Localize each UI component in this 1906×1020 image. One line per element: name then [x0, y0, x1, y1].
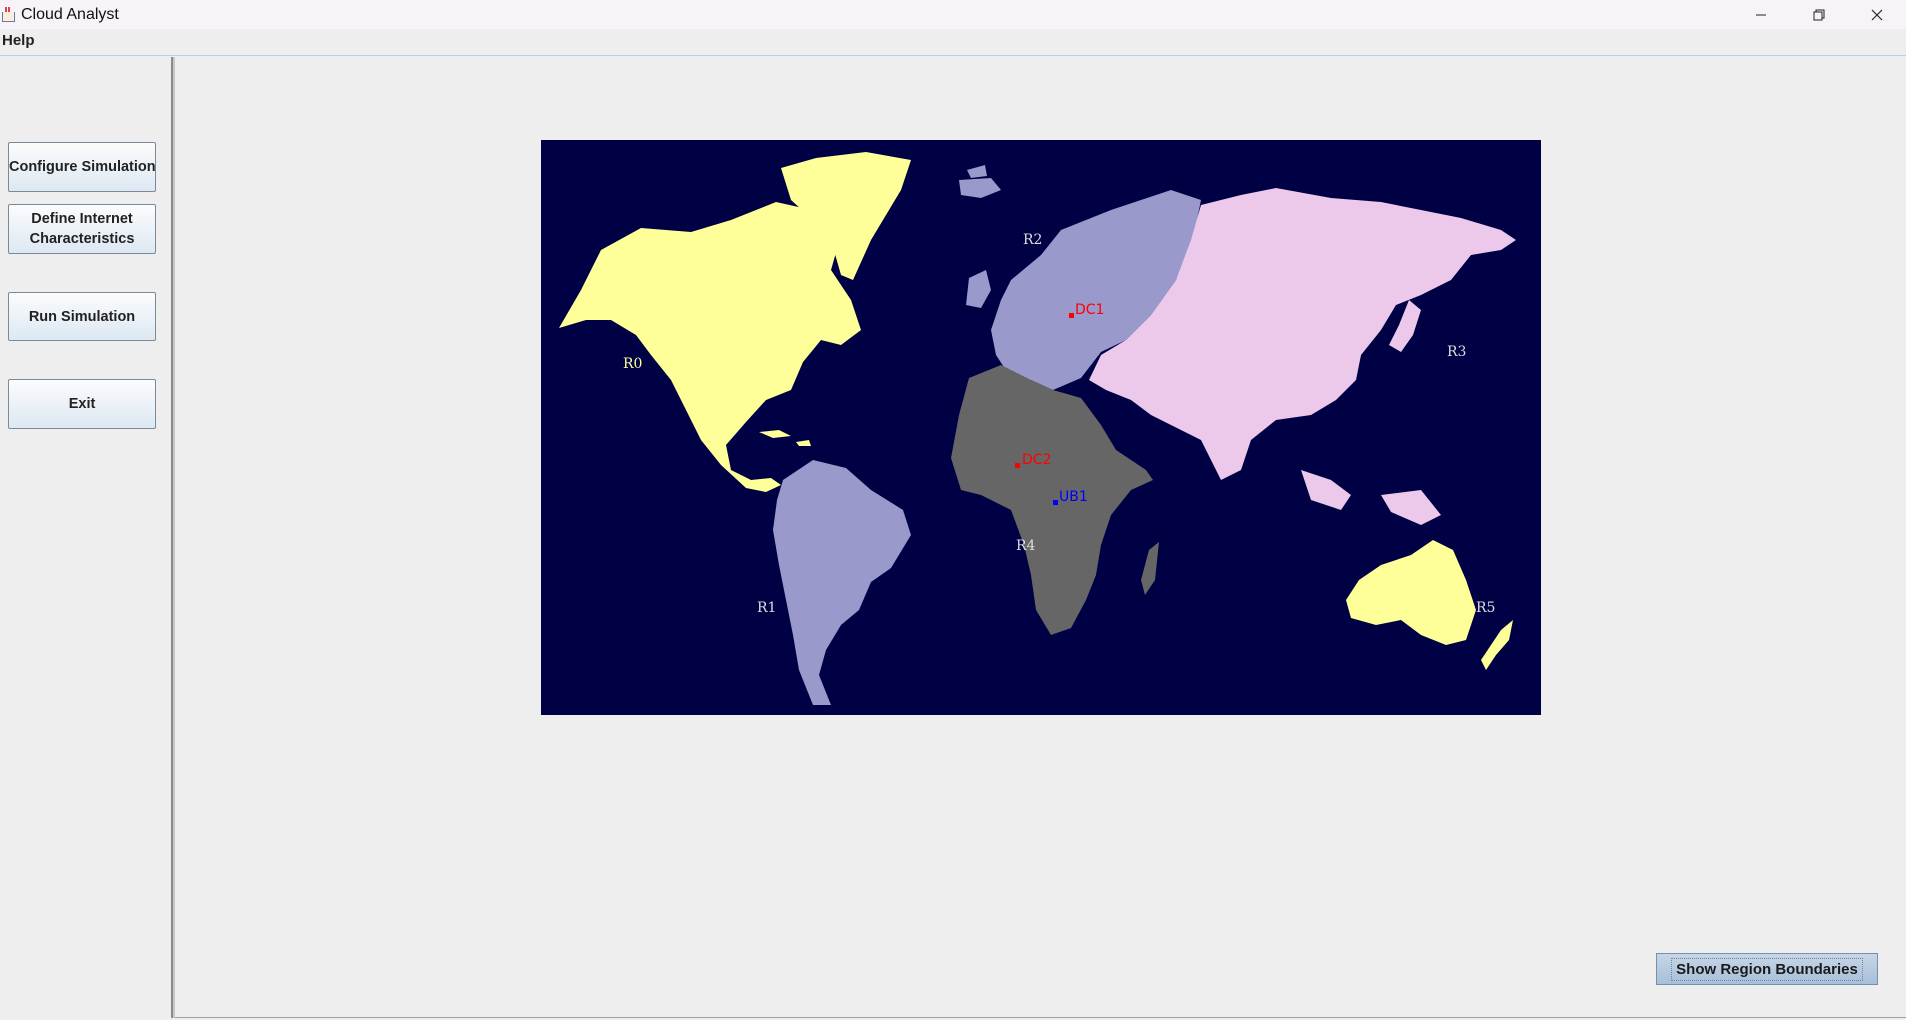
userbase-ub1-label: UB1 [1059, 489, 1088, 505]
region-label-r4: R4 [1016, 538, 1036, 554]
world-map: R0 R1 R2 R3 R4 R5 DC1 DC2 UB1 [541, 140, 1541, 715]
define-internet-characteristics-button[interactable]: Define Internet Characteristics [8, 204, 156, 254]
restore-icon [1813, 9, 1825, 20]
region-label-r2: R2 [1023, 232, 1042, 248]
close-button[interactable] [1848, 0, 1906, 29]
restore-button[interactable] [1790, 0, 1848, 29]
region-label-r1: R1 [757, 600, 776, 616]
window-title: Cloud Analyst [21, 5, 119, 23]
region-label-r0: R0 [623, 356, 642, 372]
java-cup-icon [1, 6, 15, 23]
configure-simulation-button[interactable]: Configure Simulation [8, 142, 156, 192]
userbase-ub1-marker[interactable] [1053, 500, 1058, 505]
datacenter-dc1-label: DC1 [1075, 302, 1104, 318]
datacenter-dc1-marker[interactable] [1069, 313, 1074, 318]
title-bar: Cloud Analyst [0, 0, 1906, 29]
datacenter-dc2-label: DC2 [1022, 452, 1051, 468]
menu-bar: Help [0, 29, 1906, 56]
sidebar: Configure Simulation Define Internet Cha… [0, 57, 173, 1018]
minimize-button[interactable] [1732, 0, 1790, 29]
exit-button[interactable]: Exit [8, 379, 156, 429]
bottom-border [175, 1017, 1906, 1018]
region-label-r3: R3 [1447, 344, 1466, 360]
show-region-boundaries-button[interactable]: Show Region Boundaries [1656, 953, 1878, 985]
configure-simulation-label: Configure Simulation [9, 159, 156, 175]
run-simulation-label: Run Simulation [28, 308, 136, 325]
close-icon [1871, 9, 1883, 20]
run-simulation-button[interactable]: Run Simulation [8, 292, 156, 341]
define-internet-characteristics-label: Define Internet Characteristics [29, 211, 135, 247]
panel-divider [173, 57, 175, 1018]
datacenter-dc2-marker[interactable] [1015, 463, 1020, 468]
exit-label: Exit [68, 396, 96, 412]
region-label-r5: R5 [1476, 600, 1495, 616]
menu-help[interactable]: Help [0, 32, 37, 49]
show-region-boundaries-label: Show Region Boundaries [1671, 957, 1863, 981]
minimize-icon [1756, 14, 1766, 15]
